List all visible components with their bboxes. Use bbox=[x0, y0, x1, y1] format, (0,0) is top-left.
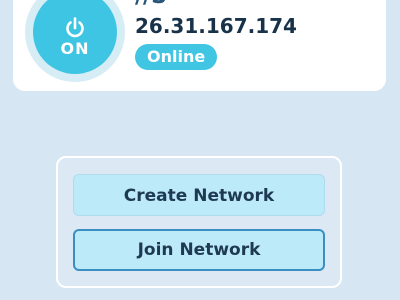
power-status-label: ON bbox=[60, 39, 90, 58]
join-network-button[interactable]: Join Network bbox=[73, 229, 325, 271]
ip-address: 26.31.167.174 bbox=[135, 14, 297, 38]
network-actions-panel: Create Network Join Network bbox=[56, 156, 342, 288]
status-card: ON //S 26.31.167.174 Online bbox=[13, 0, 386, 91]
host-name: //S bbox=[135, 0, 167, 8]
power-icon bbox=[33, 17, 117, 39]
status-badge: Online bbox=[135, 44, 218, 70]
create-network-button[interactable]: Create Network bbox=[73, 174, 325, 216]
